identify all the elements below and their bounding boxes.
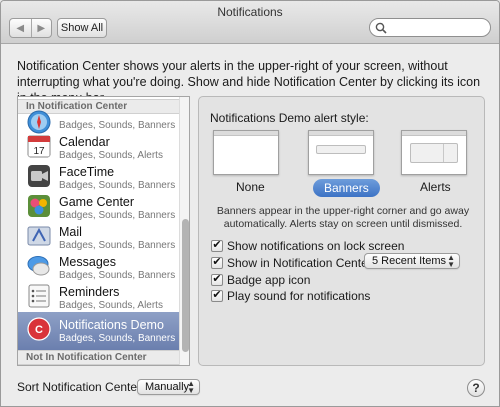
title-bar: Notifications ◀ ▶ Show All (1, 1, 499, 44)
preferences-window: Notifications ◀ ▶ Show All Notification … (0, 0, 500, 407)
list-scrollbar[interactable] (179, 97, 189, 365)
show-in-nc-option[interactable]: ✔ Show in Notification Center: (211, 255, 375, 270)
help-button[interactable]: ? (467, 379, 485, 397)
svg-text:C: C (35, 324, 43, 336)
chevron-left-icon: ◀ (16, 22, 25, 34)
search-icon (375, 22, 387, 34)
show-in-nc-label: Show in Notification Center: (227, 255, 376, 270)
alert-style-title: Notifications Demo alert style: (210, 111, 369, 125)
list-item-name: Calendar (59, 135, 110, 149)
alert-style-banners-label[interactable]: Banners (313, 179, 380, 197)
scrollbar-thumb[interactable] (182, 219, 189, 352)
recent-items-value: 5 Recent Items (372, 255, 446, 267)
search-field[interactable] (369, 18, 491, 37)
sort-popup[interactable]: Manually ▲ ▼ (137, 379, 200, 395)
lock-screen-checkbox[interactable]: ✔ (211, 239, 223, 252)
notifications-demo-icon: C (27, 317, 51, 341)
reminders-icon (28, 284, 50, 308)
settings-panel: Notifications Demo alert style: None Ban… (198, 96, 485, 366)
svg-text:17: 17 (33, 146, 45, 157)
badge-option[interactable]: ✔ Badge app icon (211, 272, 310, 287)
banner-preview (316, 145, 366, 154)
alert-style-none-label[interactable]: None (236, 180, 265, 194)
window-title: Notifications (217, 5, 283, 19)
alert-style-alerts-preview[interactable] (401, 130, 467, 175)
mail-icon (27, 226, 51, 246)
list-item-subtitle: Badges, Sounds, Banners (59, 333, 176, 344)
lock-screen-label: Show notifications on lock screen (227, 238, 405, 253)
alert-preview (410, 143, 458, 163)
app-list[interactable]: In Notification Center Badges, Sounds, B… (17, 96, 190, 366)
list-item-subtitle: Badges, Sounds, Alerts (59, 300, 163, 311)
alert-style-alerts-label[interactable]: Alerts (420, 180, 451, 194)
game-center-icon (28, 195, 50, 217)
popup-arrows-icon: ▲ ▼ (187, 379, 195, 395)
list-item-name: Reminders (59, 285, 120, 299)
sort-label: Sort Notification Center: (17, 380, 145, 394)
preview-menubar (309, 131, 373, 136)
sound-label: Play sound for notifications (227, 288, 371, 303)
facetime-icon (28, 165, 50, 187)
alert-style-help-text: Banners appear in the upper-right corner… (216, 205, 470, 230)
preview-menubar (214, 131, 278, 136)
list-item-name: Mail (59, 225, 82, 239)
lock-screen-option[interactable]: ✔ Show notifications on lock screen (211, 238, 404, 253)
badge-checkbox[interactable]: ✔ (211, 273, 223, 286)
forward-button[interactable]: ▶ (30, 19, 52, 37)
alert-style-none-preview[interactable] (213, 130, 279, 175)
alert-style-banners-preview[interactable] (308, 130, 374, 175)
sound-option[interactable]: ✔ Play sound for notifications (211, 288, 370, 303)
sound-checkbox[interactable]: ✔ (211, 289, 223, 302)
sort-value: Manually (145, 381, 190, 393)
list-item-name: FaceTime (59, 165, 115, 179)
messages-icon (27, 256, 50, 276)
badge-label: Badge app icon (227, 272, 311, 287)
list-item-name: Game Center (59, 195, 135, 209)
show-all-button[interactable]: Show All (57, 18, 107, 38)
search-input[interactable] (390, 20, 485, 35)
back-button[interactable]: ◀ (10, 19, 31, 37)
list-item-name: Notifications Demo (59, 318, 164, 332)
list-item-notifications-demo[interactable]: C Notifications Demo Badges, Sounds, Ban… (18, 312, 180, 350)
back-forward-control: ◀ ▶ (9, 18, 52, 38)
list-item-name: Messages (59, 255, 116, 269)
list-section-not-in-notification-center: Not In Notification Center (18, 350, 180, 365)
chevron-right-icon: ▶ (37, 22, 46, 34)
show-in-nc-checkbox[interactable]: ✔ (211, 256, 223, 269)
preview-menubar (402, 131, 466, 136)
recent-items-popup[interactable]: 5 Recent Items ▲ ▼ (364, 253, 460, 269)
calendar-icon: 17 (27, 135, 51, 158)
popup-arrows-icon: ▲ ▼ (447, 253, 455, 269)
